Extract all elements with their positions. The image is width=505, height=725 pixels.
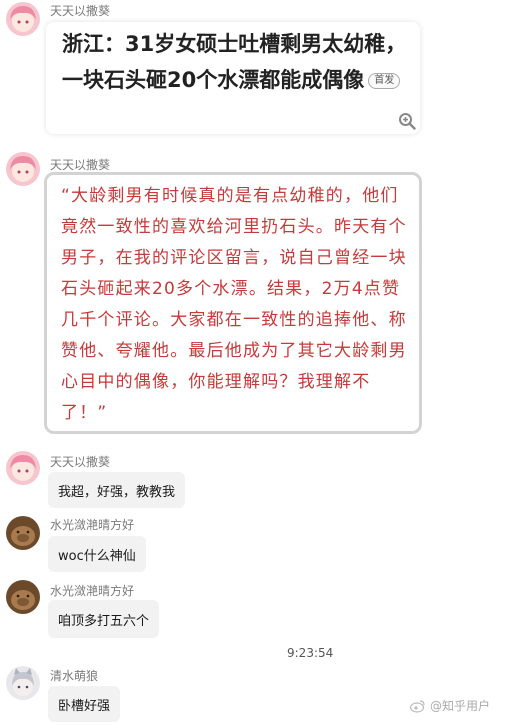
news-card[interactable]: 浙江：31岁女硕士吐槽剩男太幼稚，一块石头砸20个水漂都能成偶像 首发 — [46, 22, 420, 134]
anime-girl-pink-hair-icon — [6, 451, 40, 485]
message-bubble[interactable]: 咱顶多打五六个 — [48, 600, 160, 638]
sender-name: 水光潋滟晴方好 — [50, 518, 135, 532]
avatar[interactable] — [6, 451, 40, 485]
avatar[interactable] — [6, 580, 40, 614]
weibo-logo-icon — [410, 699, 425, 713]
avatar[interactable] — [6, 666, 40, 700]
sender-name: 天天以撒葵 — [50, 455, 111, 469]
sender-name: 天天以撒葵 — [50, 158, 111, 172]
avatar[interactable] — [6, 516, 40, 550]
anime-girl-pink-hair-icon — [6, 2, 40, 36]
sender-name: 天天以撒葵 — [50, 4, 111, 18]
zoom-in-icon[interactable] — [398, 112, 416, 130]
quote-text: “大龄剩男有时候真的是有点幼稚的，他们竟然一致性的喜欢给河里扔石头。昨天有个男子… — [61, 186, 407, 423]
avatar[interactable] — [6, 2, 40, 36]
avatar[interactable] — [6, 152, 40, 186]
capybara-avatar-icon — [6, 580, 40, 614]
capybara-avatar-icon — [6, 516, 40, 550]
message-bubble[interactable]: woc什么神仙 — [48, 536, 146, 572]
message-bubble[interactable]: 卧槽好强 — [48, 686, 121, 722]
first-publish-tag: 首发 — [368, 73, 401, 89]
news-title: 浙江：31岁女硕士吐槽剩男太幼稚，一块石头砸20个水漂都能成偶像 首发 — [62, 26, 412, 98]
anime-girl-pink-hair-icon — [6, 152, 40, 186]
sender-name: 清水萌狼 — [50, 669, 99, 683]
anime-wolf-girl-icon — [6, 666, 40, 700]
news-title-text: 浙江：31岁女硕士吐槽剩男太幼稚，一块石头砸20个水漂都能成偶像 — [62, 32, 407, 92]
watermark: @知乎用户 — [410, 697, 490, 714]
message-bubble[interactable]: 我超，好强，教教我 — [48, 472, 186, 508]
timestamp: 9:23:54 — [287, 646, 334, 660]
watermark-text: @知乎用户 — [430, 699, 491, 713]
sender-name: 水光潋滟晴方好 — [50, 584, 135, 598]
quote-bubble[interactable]: “大龄剩男有时候真的是有点幼稚的，他们竟然一致性的喜欢给河里扔石头。昨天有个男子… — [44, 172, 422, 434]
